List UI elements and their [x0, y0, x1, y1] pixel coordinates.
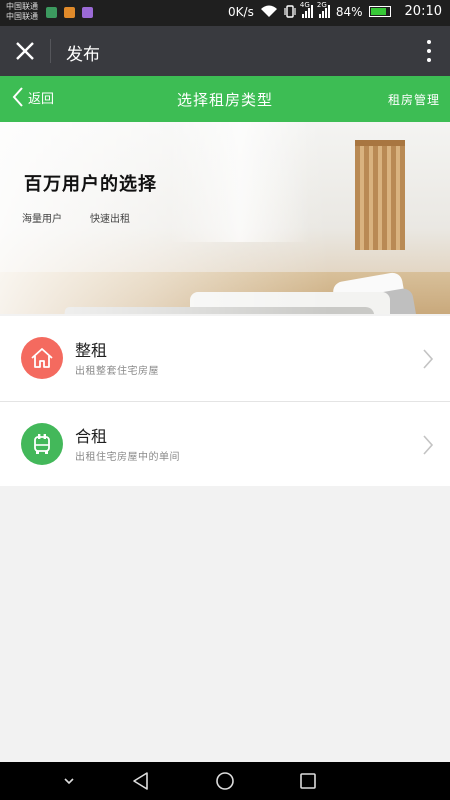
bed-headboard: [355, 140, 405, 250]
divider: [50, 39, 51, 63]
item-title: 合租: [75, 427, 108, 446]
back-triangle-icon[interactable]: [131, 771, 151, 791]
rental-type-list: 整租 出租整套住宅房屋 合租 出租住宅房屋中的单间: [0, 316, 450, 486]
carrier-1: 中国联通: [6, 2, 38, 11]
item-description: 出租整套住宅房屋: [75, 366, 159, 377]
page-title: 发布: [66, 45, 100, 65]
header-title: 选择租房类型: [176, 91, 273, 109]
status-bar: 中国联通 中国联通 0K/s 4G 2G 84% 20:10: [0, 0, 450, 26]
recent-apps-square-icon[interactable]: [298, 771, 318, 791]
house-icon: [21, 337, 63, 379]
section-header: 返回 选择租房类型 租房管理: [0, 76, 450, 122]
carrier-labels: 中国联通 中国联通: [6, 2, 38, 22]
banner-tag: 快速出租: [90, 214, 130, 225]
room-icon: [21, 423, 63, 465]
rental-management-link[interactable]: 租房管理: [388, 91, 440, 108]
app-notification-icon: [46, 7, 57, 18]
app-notification-icon: [82, 7, 93, 18]
top-navigation-bar: 发布: [0, 26, 450, 76]
list-item-shared-rent[interactable]: 合租 出租住宅房屋中的单间: [0, 401, 450, 486]
chevron-left-icon: [12, 87, 23, 107]
more-vertical-icon[interactable]: [422, 38, 436, 64]
item-description: 出租住宅房屋中的单间: [75, 452, 180, 463]
back-button[interactable]: 返回: [12, 86, 54, 108]
banner-image: 百万用户的选择 海量用户 快速出租: [0, 122, 450, 314]
app-notification-icon: [64, 7, 75, 18]
vibrate-icon: [284, 5, 296, 18]
banner-tag: 海量用户: [22, 214, 62, 225]
carrier-2: 中国联通: [6, 12, 38, 21]
chevron-down-icon[interactable]: [59, 771, 79, 791]
battery-percent: 84%: [335, 4, 363, 19]
chevron-right-icon: [423, 435, 434, 455]
network-type-2: 2G: [316, 1, 327, 9]
network-type-1: 4G: [299, 1, 310, 9]
system-navigation-bar: [0, 762, 450, 800]
close-icon[interactable]: [12, 38, 38, 64]
banner-title: 百万用户的选择: [24, 174, 157, 195]
signal-icon: 2G: [317, 1, 330, 18]
clock: 20:10: [404, 4, 442, 19]
network-speed: 0K/s: [228, 4, 254, 19]
back-label: 返回: [28, 91, 55, 107]
wifi-icon: [260, 5, 277, 17]
item-title: 整租: [75, 341, 108, 360]
battery-icon: [368, 6, 391, 17]
home-circle-icon[interactable]: [215, 771, 235, 791]
chevron-right-icon: [423, 349, 434, 369]
list-item-whole-rent[interactable]: 整租 出租整套住宅房屋: [0, 316, 450, 401]
banner-tags: 海量用户 快速出租: [22, 210, 130, 225]
notification-icons: [46, 7, 93, 18]
signal-icon: 4G: [300, 1, 313, 18]
